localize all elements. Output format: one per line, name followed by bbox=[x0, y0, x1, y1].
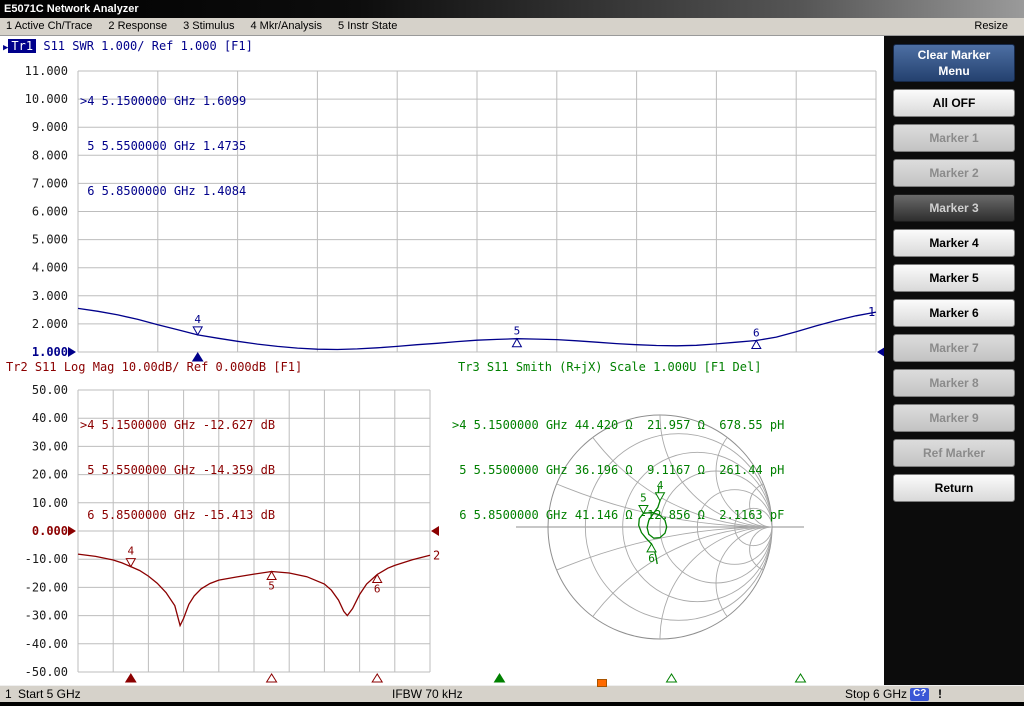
svg-text:10.00: 10.00 bbox=[32, 496, 68, 510]
menu-response[interactable]: 2 Response bbox=[102, 18, 177, 35]
tr1-marker-readout-row: 6 5.8500000 GHz 1.4084 bbox=[80, 184, 246, 199]
tr2-marker-readout-row: 6 5.8500000 GHz -15.413 dB bbox=[80, 508, 275, 523]
svg-text:5: 5 bbox=[514, 325, 521, 338]
svg-text:3.000: 3.000 bbox=[32, 289, 68, 303]
svg-text:30.00: 30.00 bbox=[32, 439, 68, 453]
svg-text:11.000: 11.000 bbox=[25, 64, 68, 78]
start-frequency: Start 5 GHz bbox=[18, 686, 81, 702]
softkey-marker-9: Marker 9 bbox=[893, 404, 1015, 432]
channel-indicator: 1 bbox=[5, 686, 12, 702]
tr1-marker-readout-row: >4 5.1500000 GHz 1.6099 bbox=[80, 94, 246, 109]
softkey-menu-title: Clear Marker Menu bbox=[893, 44, 1015, 82]
svg-text:-30.00: -30.00 bbox=[25, 609, 68, 623]
softkey-marker-3[interactable]: Marker 3 bbox=[893, 194, 1015, 222]
channel-window: 11.00010.0009.0008.0007.0006.0005.0004.0… bbox=[0, 36, 884, 685]
svg-text:5.000: 5.000 bbox=[32, 233, 68, 247]
softkey-marker-8: Marker 8 bbox=[893, 369, 1015, 397]
tr2-params: S11 Log Mag 10.00dB/ Ref 0.000dB [F1] bbox=[35, 360, 302, 374]
softkey-buttons: All OFF Marker 1 Marker 2 Marker 3 Marker 4 M… bbox=[884, 89, 1024, 502]
svg-text:10.000: 10.000 bbox=[25, 92, 68, 106]
tr3-marker-readout-row: 5 5.5500000 GHz 36.196 Ω 9.1167 Ω 261.44… bbox=[452, 463, 784, 478]
menu-active-ch-trace[interactable]: 1 Active Ch/Trace bbox=[0, 18, 102, 35]
cal-status-badge: C? bbox=[910, 688, 929, 701]
svg-text:8.000: 8.000 bbox=[32, 148, 68, 162]
softkey-marker-6[interactable]: Marker 6 bbox=[893, 299, 1015, 327]
svg-text:-10.00: -10.00 bbox=[25, 552, 68, 566]
tr1-title[interactable]: ▶Tr1 S11 SWR 1.000/ Ref 1.000 [F1] bbox=[3, 39, 253, 53]
menu-mkr-analysis[interactable]: 4 Mkr/Analysis bbox=[244, 18, 332, 35]
menu-bar: 1 Active Ch/Trace2 Response3 Stimulus4 M… bbox=[0, 18, 1024, 36]
svg-text:4.000: 4.000 bbox=[32, 261, 68, 275]
svg-text:0.000: 0.000 bbox=[32, 524, 68, 538]
svg-text:9.000: 9.000 bbox=[32, 120, 68, 134]
softkey-marker-7: Marker 7 bbox=[893, 334, 1015, 362]
softkey-return[interactable]: Return bbox=[893, 474, 1015, 502]
tr3-marker-readout-row: >4 5.1500000 GHz 44.420 Ω 21.957 Ω 678.5… bbox=[452, 418, 784, 433]
softkey-marker-2: Marker 2 bbox=[893, 159, 1015, 187]
resize-button[interactable]: Resize bbox=[968, 18, 1018, 35]
stop-frequency: Stop 6 GHz bbox=[845, 686, 907, 702]
svg-text:1: 1 bbox=[868, 305, 875, 319]
tr3-badge: Tr3 bbox=[458, 360, 480, 374]
softkey-ref-marker: Ref Marker bbox=[893, 439, 1015, 467]
tr3-title[interactable]: Tr3 S11 Smith (R+jX) Scale 1.000U [F1 De… bbox=[458, 360, 761, 374]
svg-text:2: 2 bbox=[433, 548, 440, 562]
window-title: E5071C Network Analyzer bbox=[4, 3, 139, 15]
svg-text:20.00: 20.00 bbox=[32, 468, 68, 482]
softkey-marker-4[interactable]: Marker 4 bbox=[893, 229, 1015, 257]
svg-text:40.00: 40.00 bbox=[32, 411, 68, 425]
tr1-marker-readout: >4 5.1500000 GHz 1.6099 5 5.5500000 GHz … bbox=[80, 64, 246, 229]
svg-text:-40.00: -40.00 bbox=[25, 637, 68, 651]
title-bar[interactable]: E5071C Network Analyzer bbox=[0, 0, 1024, 18]
softkey-all-off[interactable]: All OFF bbox=[893, 89, 1015, 117]
tr3-marker-readout-row: 6 5.8500000 GHz 41.146 Ω -12.856 Ω 2.116… bbox=[452, 508, 784, 523]
tr1-marker-readout-row: 5 5.5500000 GHz 1.4735 bbox=[80, 139, 246, 154]
softkey-menu: Clear Marker Menu All OFF Marker 1 Marker … bbox=[884, 36, 1024, 685]
tr3-marker-readout: >4 5.1500000 GHz 44.420 Ω 21.957 Ω 678.5… bbox=[452, 388, 784, 553]
svg-text:6: 6 bbox=[374, 582, 381, 595]
trigger-indicator bbox=[597, 679, 607, 687]
menu-items: 1 Active Ch/Trace2 Response3 Stimulus4 M… bbox=[0, 20, 407, 32]
svg-text:6.000: 6.000 bbox=[32, 205, 68, 219]
svg-text:5: 5 bbox=[268, 579, 275, 592]
svg-text:7.000: 7.000 bbox=[32, 176, 68, 190]
tr2-marker-readout-row: >4 5.1500000 GHz -12.627 dB bbox=[80, 418, 275, 433]
tr1-params: S11 SWR 1.000/ Ref 1.000 [F1] bbox=[43, 39, 253, 53]
application-window: E5071C Network Analyzer 1 Active Ch/Trac… bbox=[0, 0, 1024, 706]
svg-text:1.000: 1.000 bbox=[32, 345, 68, 359]
svg-text:-20.00: -20.00 bbox=[25, 580, 68, 594]
softkey-marker-5[interactable]: Marker 5 bbox=[893, 264, 1015, 292]
tr2-title[interactable]: Tr2 S11 Log Mag 10.00dB/ Ref 0.000dB [F1… bbox=[6, 360, 302, 374]
status-bar: 1 Start 5 GHz IFBW 70 kHz Stop 6 GHz C? … bbox=[0, 685, 1024, 702]
tr1-badge: Tr1 bbox=[8, 39, 36, 53]
tr2-marker-readout: >4 5.1500000 GHz -12.627 dB 5 5.5500000 … bbox=[80, 388, 275, 553]
softkey-menu-title-line2: Menu bbox=[894, 63, 1014, 79]
svg-text:4: 4 bbox=[194, 313, 201, 326]
menu-stimulus[interactable]: 3 Stimulus bbox=[177, 18, 244, 35]
svg-text:2.000: 2.000 bbox=[32, 317, 68, 331]
softkey-menu-title-line1: Clear Marker bbox=[894, 47, 1014, 63]
svg-text:6: 6 bbox=[753, 327, 760, 340]
tr2-badge: Tr2 bbox=[6, 360, 28, 374]
alert-indicator: ! bbox=[938, 686, 942, 702]
svg-text:-50.00: -50.00 bbox=[25, 665, 68, 679]
tr3-params: S11 Smith (R+jX) Scale 1.000U [F1 Del] bbox=[487, 360, 762, 374]
menu-instr-state[interactable]: 5 Instr State bbox=[332, 18, 407, 35]
tr2-marker-readout-row: 5 5.5500000 GHz -14.359 dB bbox=[80, 463, 275, 478]
ifbw-indicator: IFBW 70 kHz bbox=[392, 686, 463, 702]
svg-text:6: 6 bbox=[648, 552, 655, 565]
softkey-marker-1: Marker 1 bbox=[893, 124, 1015, 152]
svg-text:50.00: 50.00 bbox=[32, 383, 68, 397]
